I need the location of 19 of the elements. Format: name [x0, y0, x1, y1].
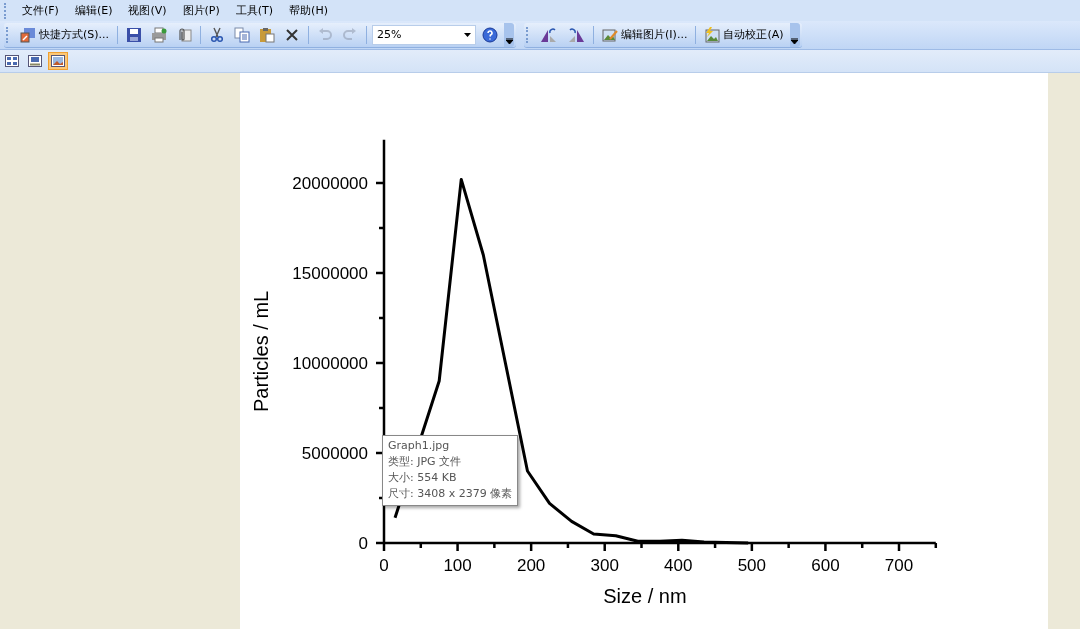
axis-title: Size / nm	[603, 585, 687, 607]
tick-label: 0	[358, 534, 368, 553]
tick-label: 100	[443, 556, 472, 575]
tick-label: 15000000	[292, 264, 368, 283]
tick-label: 700	[884, 556, 914, 575]
tooltip-line: Graph1.jpg	[388, 438, 451, 454]
tick-label: 20000000	[292, 174, 368, 193]
axis-title: Particles / mL	[250, 290, 272, 412]
tooltip-line: 类型: JPG 文件	[388, 454, 463, 470]
tick-label: 10000000	[292, 354, 368, 373]
tick-label: 0	[379, 556, 389, 575]
tick-label: 200	[516, 556, 546, 575]
tooltip-line: 大小: 554 KB	[388, 470, 458, 486]
tick-label: 500	[737, 556, 767, 575]
tick-label: 400	[664, 556, 693, 575]
tooltip-line: 尺寸: 3408 x 2379 像素	[388, 486, 513, 502]
tick-label: 300	[590, 556, 619, 575]
tick-label: 600	[811, 556, 840, 575]
tick-label: 5000000	[301, 444, 368, 463]
